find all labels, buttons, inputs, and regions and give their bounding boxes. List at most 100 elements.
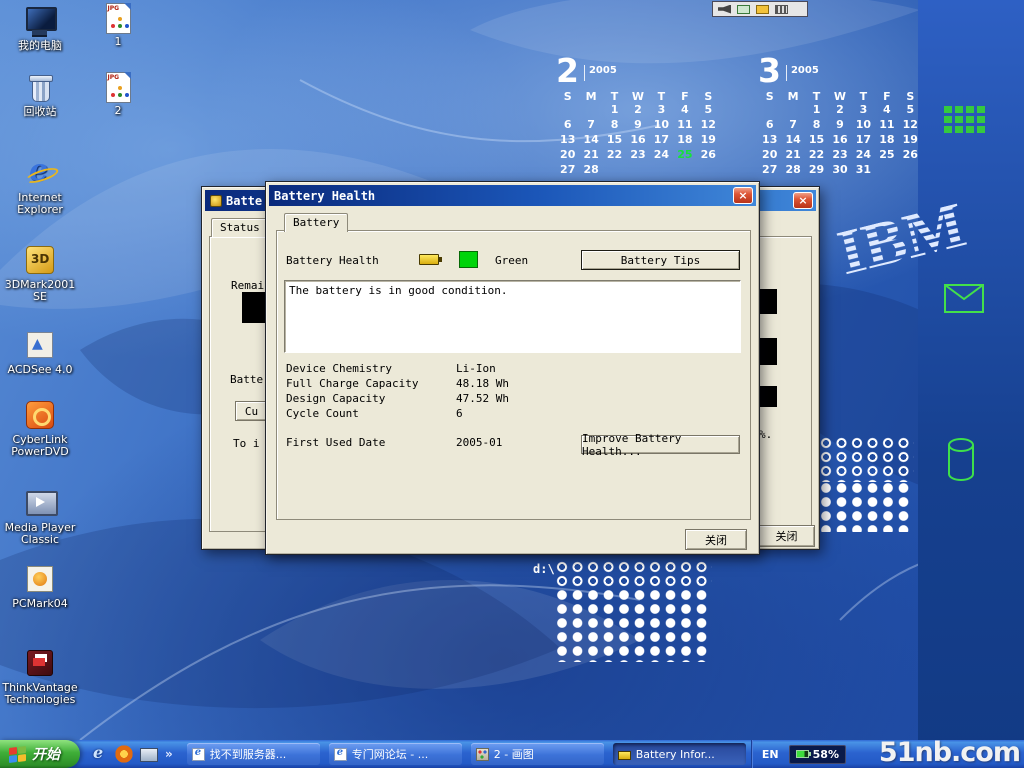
calendar-day-header: F bbox=[673, 90, 696, 103]
internet-explorer-icon bbox=[23, 156, 57, 190]
battery-app-icon bbox=[210, 195, 222, 207]
calendar-day: 12 bbox=[899, 118, 922, 131]
calendar-day: 20 bbox=[556, 148, 579, 161]
calendar-day-header-row: SMTWTFS bbox=[758, 90, 922, 103]
calendar-day: 14 bbox=[781, 133, 804, 146]
detail-value: 48.18 Wh bbox=[456, 376, 509, 391]
dot-pattern-right bbox=[820, 437, 914, 482]
close-icon[interactable]: × bbox=[793, 192, 813, 209]
file-icon-label: 2 bbox=[94, 105, 142, 117]
close-icon[interactable]: × bbox=[733, 187, 753, 204]
dialog-title: Battery Health bbox=[274, 189, 375, 203]
calendar-day: 15 bbox=[805, 133, 828, 146]
calendar-day: 18 bbox=[673, 133, 696, 146]
calendar-day: 24 bbox=[650, 148, 673, 161]
first-used-value: 2005-01 bbox=[456, 436, 502, 449]
calendar-day: 26 bbox=[697, 148, 720, 161]
desktop-icon-my-computer[interactable]: 我的电脑 bbox=[2, 4, 78, 52]
jpg-badge: JPG bbox=[108, 5, 120, 12]
task-label: 2 - 画图 bbox=[494, 746, 534, 762]
calendar-day: 11 bbox=[875, 118, 898, 131]
calendar-day: 17 bbox=[650, 133, 673, 146]
envelope-icon bbox=[944, 284, 984, 314]
desktop-icon-label: ACDSee 4.0 bbox=[2, 364, 78, 376]
desktop-icon-powerdvd[interactable]: CyberLink PowerDVD bbox=[2, 398, 78, 458]
taskbar-task-button[interactable]: 找不到服务器... bbox=[187, 743, 320, 765]
tab-battery[interactable]: Battery bbox=[284, 213, 348, 232]
condition-textbox[interactable]: The battery is in good condition. bbox=[284, 280, 741, 353]
desktop-icon-thinkvantage[interactable]: ThinkVantage Technologies bbox=[2, 646, 78, 706]
desktop-icon-label: 我的电脑 bbox=[2, 40, 78, 52]
file-icon-1[interactable]: JPG 1 bbox=[94, 3, 142, 48]
battery-detail-row: Full Charge Capacity 48.18 Wh bbox=[286, 376, 726, 391]
close-button[interactable]: 关闭 bbox=[758, 525, 815, 547]
calendar-day bbox=[556, 103, 579, 116]
calendar-day: 30 bbox=[828, 163, 851, 176]
calendar-day-header: S bbox=[758, 90, 781, 103]
taskbar-task-button[interactable]: 2 - 画图 bbox=[471, 743, 604, 765]
desktop-icon-label: CyberLink PowerDVD bbox=[2, 434, 78, 458]
calendar-day bbox=[781, 103, 804, 116]
language-indicator[interactable]: EN bbox=[762, 748, 779, 761]
background-window-title: Batte bbox=[226, 194, 262, 208]
tray-battery-indicator[interactable]: 58% bbox=[789, 745, 846, 764]
tab-status[interactable]: Status bbox=[211, 218, 269, 237]
keyboard-icon bbox=[775, 5, 788, 14]
taskbar-task-button[interactable]: 专门网论坛 - ... bbox=[329, 743, 462, 765]
calendar-day: 13 bbox=[758, 133, 781, 146]
desktop-icon-3dmark2001[interactable]: 3DMark2001 SE bbox=[2, 243, 78, 303]
cu-button-fragment[interactable]: Cu bbox=[235, 401, 268, 421]
grid-icon bbox=[944, 106, 986, 136]
calendar-day: 10 bbox=[852, 118, 875, 131]
jpg-file-icon: JPG bbox=[106, 3, 131, 34]
dialog-titlebar[interactable]: Battery Health × bbox=[269, 185, 756, 206]
quick-launch-show-desktop-icon[interactable] bbox=[140, 748, 158, 762]
calendar-day: 25 bbox=[673, 148, 696, 161]
start-button[interactable]: 开始 bbox=[0, 740, 80, 768]
file-icon-2[interactable]: JPG 2 bbox=[94, 72, 142, 117]
detail-label: Device Chemistry bbox=[286, 361, 456, 376]
calendar-day: 1 bbox=[603, 103, 626, 116]
desktop-icon-recycle-bin[interactable]: 回收站 bbox=[2, 70, 78, 118]
calendar-grid: 1234567891011121314151617181920212223242… bbox=[556, 103, 720, 176]
calendar-day: 28 bbox=[781, 163, 804, 176]
desktop-icon-acdsee[interactable]: ACDSee 4.0 bbox=[2, 328, 78, 376]
desktop-icon-internet-explorer[interactable]: Internet Explorer bbox=[2, 156, 78, 216]
battery-detail-rows: Device Chemistry Li-Ion Full Charge Capa… bbox=[286, 361, 726, 421]
calendar-day: 22 bbox=[603, 148, 626, 161]
calendar-day: 8 bbox=[805, 118, 828, 131]
calendar-day: 2 bbox=[828, 103, 851, 116]
my-computer-icon bbox=[23, 4, 57, 38]
detail-label: Design Capacity bbox=[286, 391, 456, 406]
calendar-day-header-row: SMTWTFS bbox=[556, 90, 720, 103]
calendar-day: 21 bbox=[781, 148, 804, 161]
file-icon-label: 1 bbox=[94, 36, 142, 48]
quick-launch-overflow-chevron[interactable]: » bbox=[165, 747, 173, 761]
taskbar-buttons: 找不到服务器... 专门网论坛 - ... 2 - 画图 Battery Inf… bbox=[187, 743, 746, 765]
quick-launch-ie-icon[interactable] bbox=[90, 745, 108, 763]
taskbar-task-button[interactable]: Battery Infor... bbox=[613, 743, 746, 765]
health-status-color-box bbox=[459, 251, 478, 268]
calendar-day: 10 bbox=[650, 118, 673, 131]
drive-path-label: d:\ bbox=[533, 562, 555, 576]
detail-value: 6 bbox=[456, 406, 463, 421]
desktop-icon-pcmark04[interactable]: PCMark04 bbox=[2, 562, 78, 610]
detail-value: Li-Ion bbox=[456, 361, 496, 376]
calendar-day: 29 bbox=[805, 163, 828, 176]
calendar-day bbox=[603, 163, 626, 176]
calendar-day-header: S bbox=[899, 90, 922, 103]
battery-tips-button[interactable]: Battery Tips bbox=[581, 250, 740, 270]
calendar-day: 9 bbox=[828, 118, 851, 131]
calendar-day bbox=[899, 163, 922, 176]
desktop-icon-label: 回收站 bbox=[2, 106, 78, 118]
calendar-day bbox=[758, 103, 781, 116]
desktop-icon-media-player-classic[interactable]: Media Player Classic bbox=[2, 486, 78, 546]
battery-health-label: Battery Health bbox=[286, 254, 379, 267]
battery-detail-row: Design Capacity 47.52 Wh bbox=[286, 391, 726, 406]
battery-detail-row: Cycle Count 6 bbox=[286, 406, 726, 421]
remaining-label-fragment: Remai bbox=[231, 279, 264, 292]
close-button[interactable]: 关闭 bbox=[685, 529, 747, 550]
calendar-day-header: M bbox=[781, 90, 804, 103]
quick-launch-media-icon[interactable] bbox=[115, 745, 133, 763]
improve-battery-health-button[interactable]: Improve Battery Health... bbox=[581, 435, 740, 454]
